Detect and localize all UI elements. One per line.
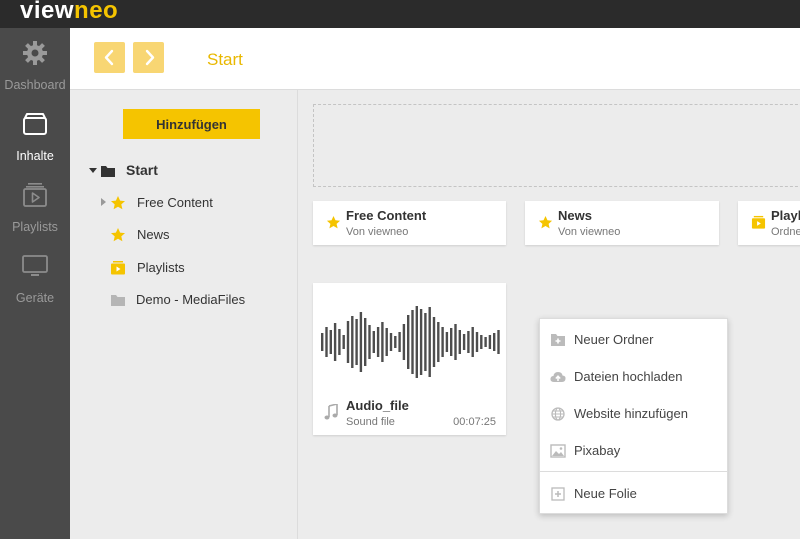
folder-card-free-content[interactable]: Free Content Von viewneo (313, 201, 506, 245)
star-icon (111, 228, 125, 242)
card-subtitle: Von viewneo (558, 226, 621, 238)
logo-view-text: view (20, 0, 75, 24)
tree-root-start[interactable]: Start (70, 160, 298, 182)
tree-label: Start (126, 162, 158, 178)
tree-label: Free Content (137, 195, 213, 210)
star-icon (538, 215, 553, 229)
tree-label: Playlists (137, 260, 185, 275)
tree-label: Demo - MediaFiles (136, 292, 246, 307)
playlist-folder-icon (751, 215, 766, 229)
monitor-icon (22, 255, 48, 276)
menu-divider (540, 471, 727, 472)
menu-item-add-website[interactable]: Website hinzufügen (540, 395, 727, 432)
card-title: Playl (771, 208, 800, 223)
star-icon (111, 196, 125, 210)
media-duration: 00:07:25 (453, 416, 496, 428)
logo-neo-text: neo (74, 0, 119, 24)
chevron-left-icon (104, 49, 114, 66)
page-title: Start (207, 50, 243, 69)
card-title: Free Content (346, 208, 427, 223)
media-title: Audio_file (346, 398, 409, 413)
cloud-upload-icon (550, 372, 566, 382)
menu-item-label: Neuer Ordner (574, 332, 654, 347)
menu-item-upload-files[interactable]: Dateien hochladen (540, 358, 727, 395)
tree-item-playlists[interactable]: Playlists (70, 257, 298, 279)
drop-zone[interactable] (313, 104, 800, 187)
card-subtitle: Von viewneo (346, 226, 409, 238)
top-bar: viewneo (0, 0, 800, 28)
caret-right-icon[interactable] (99, 198, 107, 206)
music-note-icon (324, 404, 338, 420)
media-subtitle: Sound file (346, 416, 395, 428)
sidebar-item-playlists[interactable]: Playlists (0, 170, 70, 240)
sidebar-item-label: Geräte (15, 291, 55, 305)
forward-button[interactable] (133, 42, 164, 73)
context-menu: Neuer Ordner Dateien hochladen Website h… (539, 318, 728, 514)
folder-icon (111, 295, 125, 306)
folder-card-news[interactable]: News Von viewneo (525, 201, 719, 245)
sidebar-item-geraete[interactable]: Geräte (0, 241, 70, 311)
header: Start (70, 28, 800, 90)
menu-item-label: Website hinzufügen (574, 406, 688, 421)
caret-down-icon[interactable] (89, 166, 97, 174)
new-slide-icon (551, 487, 565, 501)
inbox-icon (23, 113, 47, 135)
image-icon (550, 444, 566, 458)
tree-item-news[interactable]: News (70, 224, 298, 246)
new-folder-icon (551, 334, 565, 346)
menu-item-label: Dateien hochladen (574, 369, 683, 384)
menu-item-new-folder[interactable]: Neuer Ordner (540, 321, 727, 358)
card-title: News (558, 208, 592, 223)
menu-item-label: Pixabay (574, 443, 621, 458)
sidebar-item-dashboard[interactable]: Dashboard (0, 28, 70, 98)
sidebar-item-label: Inhalte (16, 149, 54, 163)
media-card-audio-file[interactable]: Audio_file Sound file 00:07:25 (313, 283, 506, 435)
add-button[interactable]: Hinzufügen (123, 109, 260, 139)
star-icon (326, 215, 341, 229)
globe-icon (551, 407, 565, 421)
card-subtitle: Ordne (771, 226, 800, 238)
tree-item-free-content[interactable]: Free Content (70, 192, 298, 214)
menu-item-new-slide[interactable]: Neue Folie (540, 475, 727, 512)
folder-tree: Hinzufügen Start Free Content News Playl… (70, 90, 298, 539)
menu-item-label: Neue Folie (574, 486, 637, 501)
logo[interactable]: viewneo (20, 0, 118, 24)
sidebar-item-label: Dashboard (4, 78, 66, 92)
menu-item-pixabay[interactable]: Pixabay (540, 432, 727, 469)
audio-waveform-icon (321, 306, 500, 378)
folder-icon (101, 166, 115, 177)
gear-icon (23, 41, 47, 65)
chevron-right-icon (145, 49, 155, 66)
back-button[interactable] (94, 42, 125, 73)
folder-card-playlists[interactable]: Playl Ordne (738, 201, 800, 245)
sidebar: Dashboard Inhalte Playlists Geräte (0, 28, 70, 539)
playlist-icon (23, 183, 47, 207)
tree-label: News (137, 227, 170, 242)
sidebar-item-inhalte[interactable]: Inhalte (0, 99, 70, 169)
playlist-folder-icon (111, 261, 125, 275)
tree-item-demo-mediafiles[interactable]: Demo - MediaFiles (70, 289, 298, 311)
sidebar-item-label: Playlists (12, 220, 58, 234)
